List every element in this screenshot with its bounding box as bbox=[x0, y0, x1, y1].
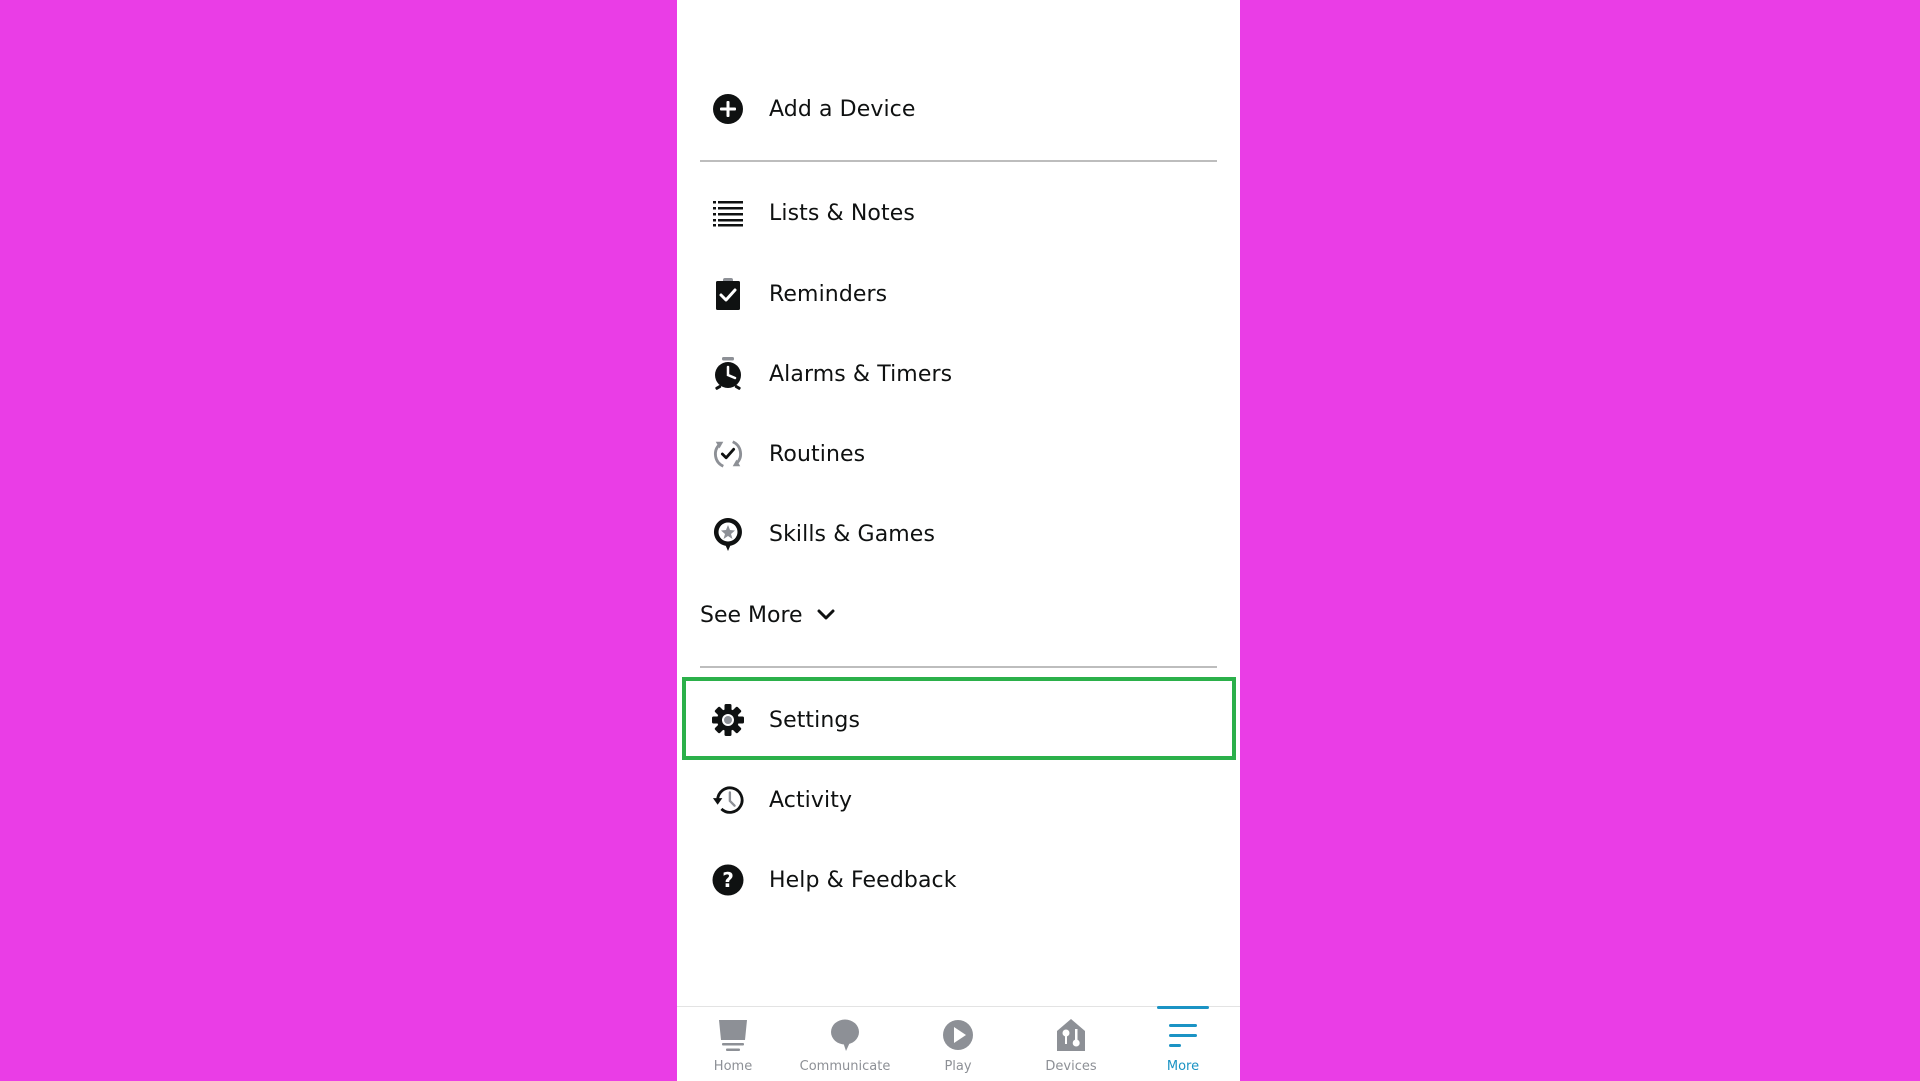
nav-tab-label: Play bbox=[944, 1059, 972, 1074]
see-more-button[interactable]: See More bbox=[700, 595, 837, 635]
chat-bubble-icon bbox=[827, 1017, 863, 1053]
menu-item-label: Routines bbox=[769, 441, 866, 467]
active-tab-indicator bbox=[1157, 1006, 1209, 1009]
menu-item-routines[interactable]: Routines bbox=[677, 424, 1240, 484]
menu-item-settings[interactable]: Settings bbox=[677, 690, 1240, 750]
divider bbox=[700, 666, 1217, 668]
chevron-down-icon bbox=[817, 605, 837, 625]
menu-item-activity[interactable]: Activity bbox=[677, 770, 1240, 830]
plus-circle-icon bbox=[712, 93, 744, 125]
alarm-clock-icon bbox=[712, 357, 744, 390]
devices-house-icon bbox=[1053, 1017, 1089, 1053]
menu-lines-icon bbox=[1165, 1017, 1201, 1053]
skills-star-icon bbox=[712, 518, 744, 551]
nav-tab-label: More bbox=[1166, 1059, 1200, 1074]
gear-icon bbox=[712, 704, 744, 736]
nav-tab-home[interactable]: Home bbox=[677, 1007, 789, 1081]
history-icon bbox=[712, 784, 744, 816]
menu-item-alarms-timers[interactable]: Alarms & Timers bbox=[677, 344, 1240, 404]
play-icon bbox=[940, 1017, 976, 1053]
menu-item-lists-notes[interactable]: Lists & Notes bbox=[677, 183, 1240, 243]
menu-item-label: Settings bbox=[769, 707, 861, 733]
menu-item-label: Help & Feedback bbox=[769, 867, 957, 893]
nav-tab-label: Home bbox=[713, 1059, 753, 1074]
menu-item-reminders[interactable]: Reminders bbox=[677, 264, 1240, 324]
nav-tab-communicate[interactable]: Communicate bbox=[789, 1007, 901, 1081]
nav-tab-devices[interactable]: Devices bbox=[1015, 1007, 1127, 1081]
menu-item-help-feedback[interactable]: ? Help & Feedback bbox=[677, 850, 1240, 910]
menu-item-label: Lists & Notes bbox=[769, 200, 915, 226]
more-menu-panel: Add a Device Lists & Notes Reminders Ala… bbox=[677, 0, 1240, 1081]
help-circle-icon: ? bbox=[712, 864, 744, 896]
nav-tab-more[interactable]: More bbox=[1127, 1006, 1239, 1081]
clipboard-check-icon bbox=[712, 278, 744, 310]
routine-cycle-icon bbox=[712, 438, 744, 470]
see-more-label: See More bbox=[700, 602, 803, 628]
add-device-item[interactable]: Add a Device bbox=[677, 79, 1240, 139]
home-icon bbox=[715, 1017, 751, 1053]
nav-tab-play[interactable]: Play bbox=[902, 1007, 1014, 1081]
nav-tab-label: Communicate bbox=[799, 1059, 891, 1074]
nav-tab-label: Devices bbox=[1045, 1059, 1097, 1074]
menu-item-label: Activity bbox=[769, 787, 853, 813]
menu-item-label: Skills & Games bbox=[769, 521, 936, 547]
bottom-nav-bar: Home Communicate Play Devices More bbox=[677, 1006, 1240, 1081]
svg-text:?: ? bbox=[722, 868, 734, 892]
divider bbox=[700, 160, 1217, 162]
menu-item-skills-games[interactable]: Skills & Games bbox=[677, 504, 1240, 564]
menu-item-label: Alarms & Timers bbox=[769, 361, 953, 387]
menu-item-label: Reminders bbox=[769, 281, 888, 307]
list-icon bbox=[712, 197, 744, 229]
add-device-label: Add a Device bbox=[769, 96, 916, 122]
